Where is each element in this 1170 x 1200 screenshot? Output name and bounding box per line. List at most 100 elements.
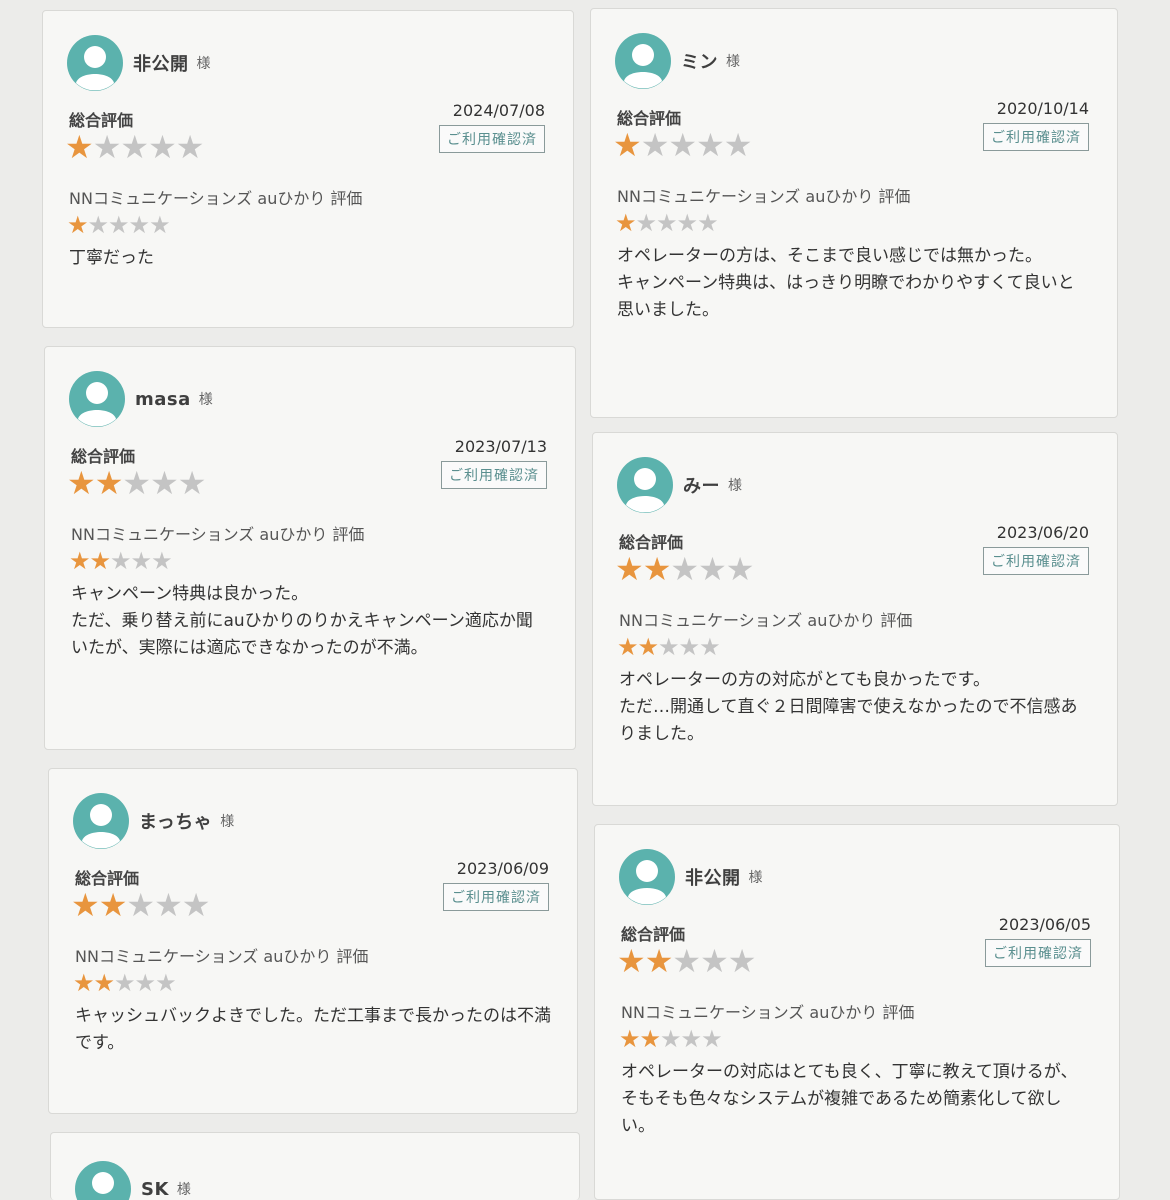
- star-filled-icon: ★: [94, 464, 124, 502]
- star-empty-icon: ★: [678, 633, 700, 661]
- reviewer-name: masa: [135, 388, 191, 410]
- star-empty-icon: ★: [656, 209, 677, 237]
- honorific: 様: [176, 1182, 191, 1198]
- user-avatar-icon: [73, 793, 129, 849]
- star-filled-icon: ★: [639, 1025, 661, 1053]
- user-avatar-icon: [75, 1161, 131, 1200]
- overall-stars: ★★★★★: [615, 550, 754, 588]
- user-avatar-icon: [69, 371, 125, 427]
- review-comment: オペレーターの方の対応がとても良かったです。 ただ…開通して直ぐ２日間障害で使え…: [619, 670, 1078, 744]
- overall-stars: ★★★★★: [71, 886, 211, 924]
- star-filled-icon: ★: [613, 126, 642, 164]
- review-date: 2023/06/05: [998, 915, 1091, 934]
- review-comment: 丁寧だった: [69, 248, 154, 268]
- star-empty-icon: ★: [154, 886, 183, 924]
- star-empty-icon: ★: [696, 126, 725, 164]
- star-filled-icon: ★: [71, 886, 100, 924]
- honorific: 様: [198, 392, 213, 408]
- provider-stars: ★★★★★: [73, 971, 551, 995]
- star-filled-icon: ★: [93, 969, 115, 997]
- reviewer-name: まっちゃ: [139, 812, 213, 833]
- review-date: 2023/06/09: [456, 859, 549, 878]
- user-avatar-icon: [67, 35, 123, 91]
- star-empty-icon: ★: [120, 128, 149, 166]
- star-filled-icon: ★: [637, 633, 659, 661]
- review-comment: キャッシュバックよきでした。ただ工事まで長かったのは不満です。: [75, 1006, 551, 1053]
- star-empty-icon: ★: [134, 969, 156, 997]
- star-empty-icon: ★: [723, 126, 753, 164]
- usage-confirmed-badge: ご利用確認済: [983, 123, 1089, 151]
- star-empty-icon: ★: [155, 969, 176, 997]
- usage-confirmed-badge: ご利用確認済: [983, 547, 1089, 575]
- review-card: みー 様 総合評価 2023/06/20 ご利用確認済 ★★★★★ NNコミュニ…: [592, 432, 1118, 806]
- provider-stars: ★★★★★: [615, 211, 1091, 235]
- star-empty-icon: ★: [122, 464, 151, 502]
- star-empty-icon: ★: [699, 633, 720, 661]
- usage-confirmed-badge: ご利用確認済: [443, 883, 549, 911]
- review-card: 非公開 様 総合評価 2023/06/05 ご利用確認済 ★★★★★ NNコミュ…: [594, 824, 1120, 1200]
- star-empty-icon: ★: [87, 211, 109, 239]
- provider-stars: ★★★★★: [619, 1027, 1093, 1051]
- provider-rating-label: NNコミュニケーションズ auひかり 評価: [71, 525, 365, 544]
- provider-rating-label: NNコミュニケーションズ auひかり 評価: [621, 1003, 915, 1022]
- usage-confirmed-badge: ご利用確認済: [441, 461, 547, 489]
- provider-stars: ★★★★★: [617, 635, 1091, 659]
- star-filled-icon: ★: [617, 633, 638, 661]
- review-date: 2024/07/08: [452, 101, 545, 120]
- star-empty-icon: ★: [149, 211, 170, 239]
- honorific: 様: [728, 478, 742, 494]
- star-filled-icon: ★: [89, 547, 111, 575]
- star-empty-icon: ★: [658, 633, 679, 661]
- review-comment: オペレーターの対応はとても良く、丁寧に教えて頂けるが、そもそも色々なシステムが複…: [621, 1062, 1078, 1136]
- reviewer-name: SK: [141, 1178, 169, 1200]
- star-empty-icon: ★: [727, 942, 757, 980]
- usage-confirmed-badge: ご利用確認済: [985, 939, 1091, 967]
- star-empty-icon: ★: [114, 969, 135, 997]
- review-date: 2020/10/14: [996, 99, 1089, 118]
- star-empty-icon: ★: [110, 547, 131, 575]
- provider-rating-label: NNコミュニケーションズ auひかり 評価: [75, 947, 369, 966]
- provider-stars: ★★★★★: [69, 549, 549, 573]
- star-filled-icon: ★: [67, 464, 96, 502]
- reviewer-name: みー: [683, 476, 720, 497]
- star-filled-icon: ★: [98, 886, 128, 924]
- provider-rating-label: NNコミュニケーションズ auひかり 評価: [69, 189, 363, 208]
- overall-stars: ★★★★★: [65, 128, 205, 166]
- star-empty-icon: ★: [151, 547, 172, 575]
- star-filled-icon: ★: [65, 128, 94, 166]
- user-avatar-icon: [619, 849, 675, 905]
- star-empty-icon: ★: [150, 464, 179, 502]
- star-filled-icon: ★: [67, 211, 88, 239]
- star-filled-icon: ★: [615, 209, 636, 237]
- review-card: まっちゃ 様 総合評価 2023/06/09 ご利用確認済 ★★★★★ NNコミ…: [48, 768, 578, 1114]
- provider-stars: ★★★★★: [67, 213, 547, 237]
- review-card: masa 様 総合評価 2023/07/13 ご利用確認済 ★★★★★ NNコミ…: [44, 346, 576, 750]
- star-empty-icon: ★: [126, 886, 155, 924]
- star-empty-icon: ★: [175, 128, 205, 166]
- review-card: ミン 様 総合評価 2020/10/14 ご利用確認済 ★★★★★ NNコミュニ…: [590, 8, 1118, 418]
- star-empty-icon: ★: [181, 886, 211, 924]
- star-empty-icon: ★: [640, 126, 670, 164]
- honorific: 様: [748, 870, 763, 886]
- provider-rating-label: NNコミュニケーションズ auひかり 評価: [619, 611, 913, 630]
- star-empty-icon: ★: [108, 211, 129, 239]
- user-avatar-icon: [617, 457, 673, 513]
- star-empty-icon: ★: [92, 128, 122, 166]
- review-date: 2023/06/20: [996, 523, 1089, 542]
- review-card: 非公開 様 総合評価 2024/07/08 ご利用確認済 ★★★★★ NNコミュ…: [42, 10, 574, 328]
- star-filled-icon: ★: [619, 1025, 640, 1053]
- overall-stars: ★★★★★: [613, 126, 753, 164]
- review-comment: キャンペーン特典は良かった。 ただ、乗り替え前にauひかりのりかえキャンペーン適…: [71, 584, 533, 658]
- star-filled-icon: ★: [73, 969, 94, 997]
- reviewer-name: ミン: [681, 52, 718, 73]
- reviewer-name: 非公開: [685, 868, 741, 889]
- star-empty-icon: ★: [676, 209, 698, 237]
- star-empty-icon: ★: [670, 550, 699, 588]
- star-filled-icon: ★: [69, 547, 90, 575]
- user-avatar-icon: [615, 33, 671, 89]
- honorific: 様: [196, 56, 211, 72]
- honorific: 様: [220, 814, 235, 830]
- provider-rating-label: NNコミュニケーションズ auひかり 評価: [617, 187, 911, 206]
- star-filled-icon: ★: [615, 550, 644, 588]
- star-empty-icon: ★: [672, 942, 701, 980]
